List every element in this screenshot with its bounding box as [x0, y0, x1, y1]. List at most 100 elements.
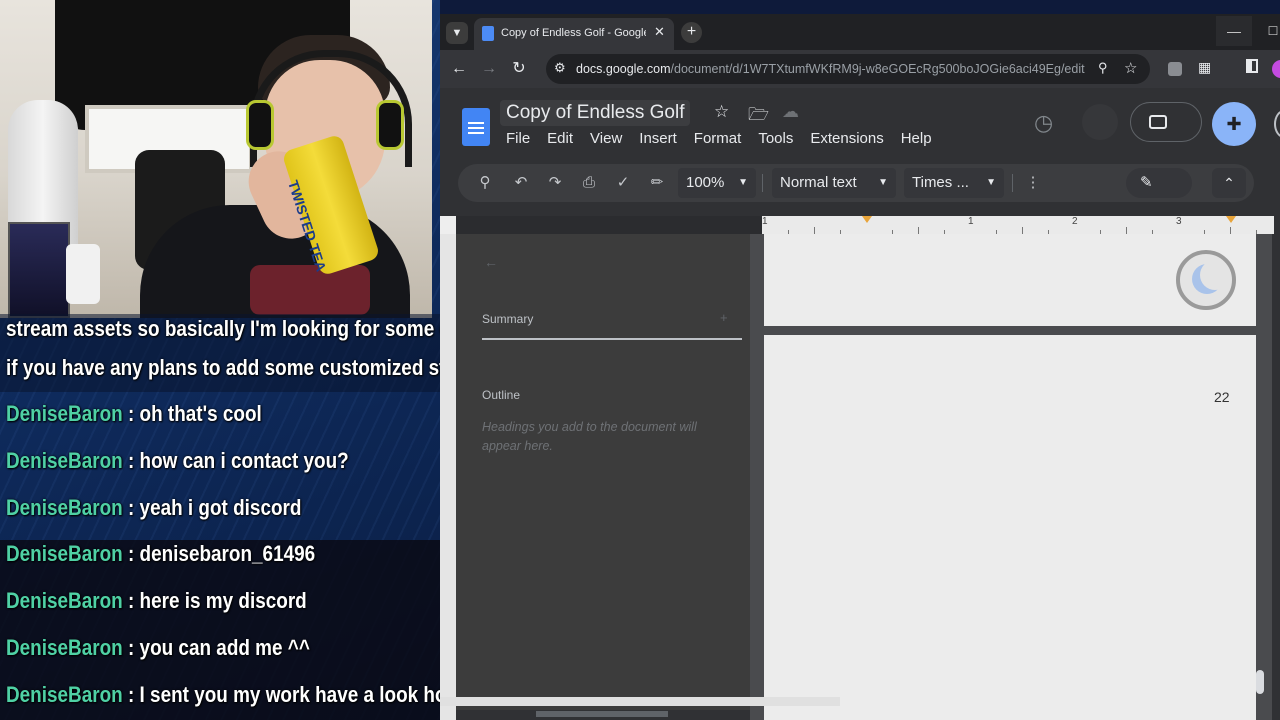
summary-heading: Summary [482, 312, 534, 326]
menu-format[interactable]: Format [694, 130, 742, 147]
menu-file[interactable]: File [506, 130, 530, 147]
docs-logo-icon[interactable] [462, 108, 490, 146]
outline-scrollbar[interactable] [536, 711, 668, 717]
maximize-icon[interactable]: ☐ [1258, 16, 1280, 46]
chat-text: yeah i got discord [139, 495, 302, 520]
menu-edit[interactable]: Edit [547, 130, 573, 147]
share-button[interactable]: ✚ [1212, 102, 1256, 146]
toolbar-divider [1012, 174, 1013, 192]
chat-text: if you have any plans to add some custom… [6, 355, 440, 380]
webcam-speaker [66, 244, 100, 304]
close-icon[interactable]: ✕ [654, 24, 665, 40]
chat-text: denisebaron_61496 [139, 541, 316, 566]
move-folder-icon[interactable]: 🗁 [748, 102, 769, 131]
chat-message: DeniseBaron : yeah i got discord [6, 495, 301, 521]
menu-view[interactable]: View [590, 130, 622, 147]
tab-strip: ▼ Copy of Endless Golf - Google Docs ✕ +… [440, 14, 1280, 50]
menu-bar: File Edit View Insert Format Tools Extensions H… [506, 130, 949, 147]
meet-button[interactable] [1130, 102, 1202, 142]
reload-icon[interactable]: ↻ [508, 58, 530, 80]
paragraph-style-select[interactable]: Normal text ▼ [772, 168, 896, 198]
undo-icon[interactable]: ↶ [508, 171, 534, 195]
document-outline-panel: ← Summary + Outline Headings you add to … [456, 234, 750, 710]
ruler-number: 2 [1072, 216, 1078, 227]
horizontal-ruler[interactable]: 1 1 2 3 [762, 216, 1274, 234]
chat-username: DeniseBaron [6, 401, 123, 426]
outline-hint: Headings you add to the document will ap… [482, 420, 697, 453]
chat-username: DeniseBaron [6, 448, 123, 473]
menu-help[interactable]: Help [901, 130, 932, 147]
menu-extensions[interactable]: Extensions [810, 130, 883, 147]
chat-overlay: stream assets so basically I'm looking f… [0, 314, 440, 720]
font-select[interactable]: Times ... ▼ [904, 168, 1004, 198]
headset-earcup-right [376, 100, 404, 150]
redo-icon[interactable]: ↷ [542, 171, 568, 195]
headset-earcup-left [246, 100, 274, 150]
ruler-margin [456, 216, 762, 234]
menu-tools[interactable]: Tools [758, 130, 793, 147]
star-icon[interactable]: ☆ [714, 102, 729, 122]
editing-mode-button[interactable]: ✎ [1126, 168, 1192, 198]
webcam-feed: TWISTED TEA [0, 0, 432, 318]
chat-username: DeniseBaron [6, 588, 123, 613]
chat-text: stream assets so basically I'm looking f… [6, 316, 440, 341]
extension-icon[interactable] [1168, 62, 1182, 76]
browser-window: ▼ Copy of Endless Golf - Google Docs ✕ +… [440, 14, 1280, 720]
chat-separator: : [122, 401, 140, 426]
menu-insert[interactable]: Insert [639, 130, 677, 147]
document-title[interactable]: Copy of Endless Golf [500, 100, 691, 126]
chat-text: oh that's cool [139, 401, 262, 426]
zoom-select[interactable]: 100% ▼ [678, 168, 756, 198]
url-text: docs.google.com/document/d/1W7TXtumfWKfR… [576, 62, 1085, 76]
forward-arrow-icon[interactable]: → [478, 58, 500, 80]
right-indent-marker[interactable] [1226, 216, 1236, 223]
chevron-up-icon[interactable]: ⌃ [1212, 168, 1246, 198]
spellcheck-icon[interactable]: ✓ [610, 171, 636, 195]
plus-icon[interactable]: + [720, 310, 728, 325]
vertical-ruler [440, 234, 456, 720]
profile-avatar[interactable] [1272, 60, 1280, 78]
formatting-toolbar: ⚲ ↶ ↷ ⎙ ✓ ✏ 100% ▼ Normal text ▼ Times ...… [458, 164, 1254, 202]
site-info-icon[interactable]: ⚙ [554, 60, 566, 76]
paint-format-icon[interactable]: ✏ [644, 171, 670, 195]
vertical-scrollbar-thumb[interactable] [1256, 670, 1264, 694]
back-arrow-icon[interactable]: ← [484, 254, 498, 270]
version-history-icon[interactable]: ◷ [1034, 110, 1053, 136]
chat-separator: : [122, 495, 140, 520]
star-icon[interactable]: ☆ [1124, 59, 1137, 77]
document-page[interactable]: 22 [764, 335, 1256, 720]
more-options-icon[interactable]: ⋮ [1020, 171, 1046, 195]
chat-text: here is my discord [139, 588, 307, 613]
tab-docs[interactable]: Copy of Endless Golf - Google Docs ✕ [474, 18, 674, 50]
ruler-number: 1 [968, 216, 974, 227]
zoom-icon[interactable]: ⚲ [1098, 60, 1108, 76]
extensions-icon[interactable]: ▦ [1198, 59, 1211, 76]
chat-message: DeniseBaron : you can add me ^^ [6, 635, 310, 661]
video-camera-icon [1149, 115, 1167, 129]
ruler-number: 1 [762, 216, 768, 227]
comments-button[interactable] [1082, 104, 1118, 140]
tab-search-icon[interactable]: ▼ [446, 22, 468, 44]
tab-title: Copy of Endless Golf - Google Docs [501, 27, 646, 39]
document-page[interactable] [764, 234, 1256, 326]
chat-message: DeniseBaron : here is my discord [6, 588, 307, 614]
chat-username: DeniseBaron [6, 541, 123, 566]
side-panel-icon[interactable] [1246, 59, 1258, 73]
print-icon[interactable]: ⎙ [576, 171, 602, 195]
left-indent-marker[interactable] [862, 216, 872, 223]
minimize-icon[interactable]: — [1216, 16, 1252, 46]
chat-username: DeniseBaron [6, 635, 123, 660]
chat-message: DeniseBaron : oh that's cool [6, 401, 262, 427]
address-bar[interactable]: ⚙ docs.google.com/document/d/1W7TXtumfWK… [546, 54, 1150, 84]
plus-icon[interactable]: + [681, 22, 702, 43]
ruler-number: 3 [1176, 216, 1182, 227]
search-menus-icon[interactable]: ⚲ [472, 171, 498, 195]
back-arrow-icon[interactable]: ← [448, 58, 470, 80]
chat-message: DeniseBaron : I sent you my work have a … [6, 682, 440, 708]
toolbar-divider [762, 174, 763, 192]
account-avatar[interactable] [1274, 110, 1280, 138]
summary-divider [482, 338, 742, 340]
chat-message: stream assets so basically I'm looking f… [6, 316, 440, 342]
browser-toolbar: ← → ↻ ⚙ docs.google.com/document/d/1W7TX… [440, 50, 1280, 88]
horizontal-scrollbar[interactable] [440, 697, 840, 706]
